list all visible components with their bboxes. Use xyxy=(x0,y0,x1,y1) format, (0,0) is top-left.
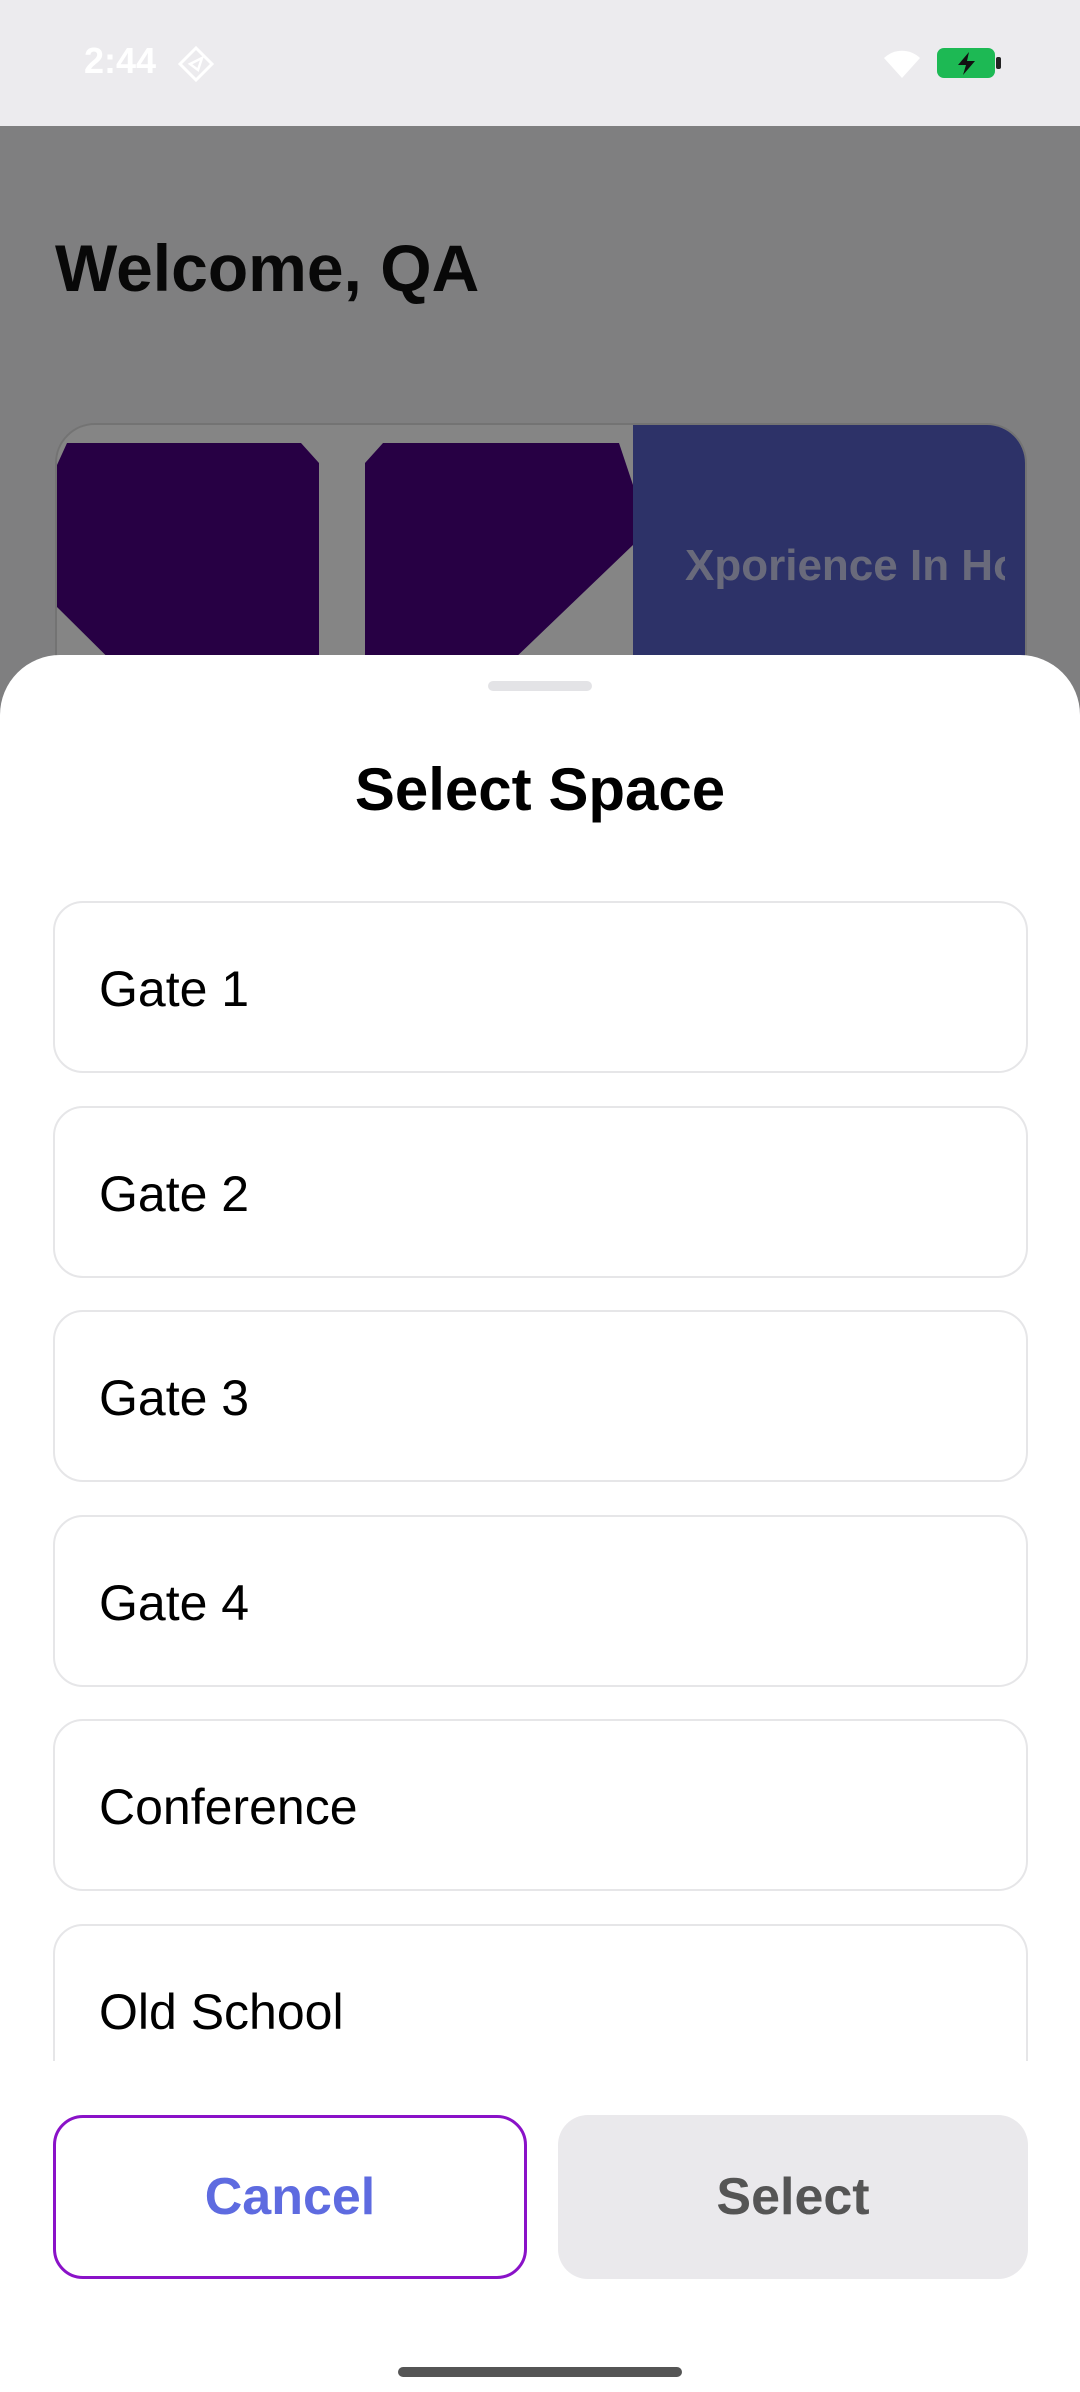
screen: 2:44 Welcome, QA Xporience In House E...… xyxy=(0,0,1080,2392)
home-indicator[interactable] xyxy=(398,2367,682,2377)
option-label: Gate 3 xyxy=(99,1370,250,1426)
status-bar: 2:44 xyxy=(0,0,1080,126)
option-label: Gate 4 xyxy=(99,1575,250,1631)
sheet-drag-handle[interactable] xyxy=(488,681,592,691)
space-option-gate-3[interactable]: Gate 3 xyxy=(53,1310,1028,1482)
option-label: Gate 1 xyxy=(99,961,250,1017)
space-option-conference[interactable]: Conference xyxy=(53,1719,1028,1891)
select-button[interactable]: Select xyxy=(558,2115,1028,2279)
select-space-sheet: Select Space Gate 1 Gate 2 Gate 3 Gate 4… xyxy=(0,655,1080,2392)
space-option-gate-2[interactable]: Gate 2 xyxy=(53,1106,1028,1278)
option-label: Gate 2 xyxy=(99,1166,250,1222)
space-option-old-school[interactable]: Old School xyxy=(53,1924,1028,2061)
sheet-title: Select Space xyxy=(354,756,726,823)
space-options-list[interactable]: Gate 1 Gate 2 Gate 3 Gate 4 Conference O… xyxy=(53,901,1028,2061)
space-option-gate-4[interactable]: Gate 4 xyxy=(53,1515,1028,1687)
battery-charging-icon xyxy=(937,48,1001,78)
option-label: Old School xyxy=(99,1984,344,2040)
navigation-diamond-icon xyxy=(177,45,215,83)
cancel-button[interactable]: Cancel xyxy=(53,2115,527,2279)
wifi-icon xyxy=(884,50,920,78)
space-option-gate-1[interactable]: Gate 1 xyxy=(53,901,1028,1073)
status-time: 2:44 xyxy=(84,40,157,81)
option-label: Conference xyxy=(99,1779,358,1835)
